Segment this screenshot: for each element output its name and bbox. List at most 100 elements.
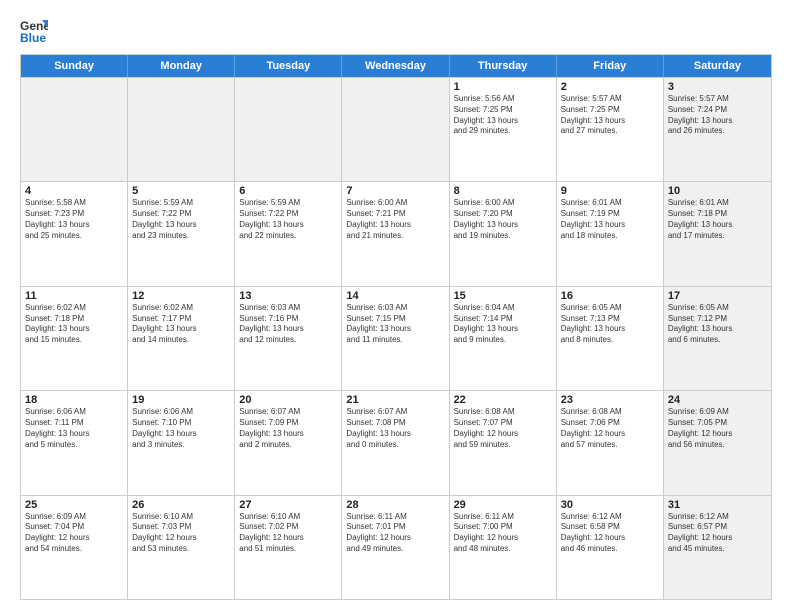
cell-text: Sunrise: 6:04 AM Sunset: 7:14 PM Dayligh… [454,303,552,346]
cal-cell-11: 11Sunrise: 6:02 AM Sunset: 7:18 PM Dayli… [21,287,128,390]
cell-text: Sunrise: 6:03 AM Sunset: 7:16 PM Dayligh… [239,303,337,346]
cal-cell-19: 19Sunrise: 6:06 AM Sunset: 7:10 PM Dayli… [128,391,235,494]
cal-cell-6: 6Sunrise: 5:59 AM Sunset: 7:22 PM Daylig… [235,182,342,285]
cal-cell-23: 23Sunrise: 6:08 AM Sunset: 7:06 PM Dayli… [557,391,664,494]
cal-cell-21: 21Sunrise: 6:07 AM Sunset: 7:08 PM Dayli… [342,391,449,494]
day-number: 18 [25,394,123,406]
cell-text: Sunrise: 6:12 AM Sunset: 6:58 PM Dayligh… [561,512,659,555]
cell-text: Sunrise: 6:11 AM Sunset: 7:00 PM Dayligh… [454,512,552,555]
cell-text: Sunrise: 6:00 AM Sunset: 7:20 PM Dayligh… [454,198,552,241]
cal-header-sunday: Sunday [21,55,128,77]
cal-cell-28: 28Sunrise: 6:11 AM Sunset: 7:01 PM Dayli… [342,496,449,599]
day-number: 30 [561,499,659,511]
cal-cell-15: 15Sunrise: 6:04 AM Sunset: 7:14 PM Dayli… [450,287,557,390]
day-number: 29 [454,499,552,511]
cal-cell-27: 27Sunrise: 6:10 AM Sunset: 7:02 PM Dayli… [235,496,342,599]
cell-text: Sunrise: 5:59 AM Sunset: 7:22 PM Dayligh… [132,198,230,241]
day-number: 14 [346,290,444,302]
cal-cell-30: 30Sunrise: 6:12 AM Sunset: 6:58 PM Dayli… [557,496,664,599]
cal-cell-2: 2Sunrise: 5:57 AM Sunset: 7:25 PM Daylig… [557,78,664,181]
cal-cell-20: 20Sunrise: 6:07 AM Sunset: 7:09 PM Dayli… [235,391,342,494]
day-number: 4 [25,185,123,197]
cell-text: Sunrise: 6:08 AM Sunset: 7:06 PM Dayligh… [561,407,659,450]
cell-text: Sunrise: 6:01 AM Sunset: 7:18 PM Dayligh… [668,198,767,241]
day-number: 5 [132,185,230,197]
calendar-header-row: SundayMondayTuesdayWednesdayThursdayFrid… [21,55,771,77]
day-number: 26 [132,499,230,511]
cal-cell-22: 22Sunrise: 6:08 AM Sunset: 7:07 PM Dayli… [450,391,557,494]
cal-cell-12: 12Sunrise: 6:02 AM Sunset: 7:17 PM Dayli… [128,287,235,390]
cal-cell-26: 26Sunrise: 6:10 AM Sunset: 7:03 PM Dayli… [128,496,235,599]
cal-cell-empty-0-3 [342,78,449,181]
cell-text: Sunrise: 5:58 AM Sunset: 7:23 PM Dayligh… [25,198,123,241]
cal-header-monday: Monday [128,55,235,77]
cell-text: Sunrise: 6:03 AM Sunset: 7:15 PM Dayligh… [346,303,444,346]
cal-header-friday: Friday [557,55,664,77]
day-number: 23 [561,394,659,406]
cell-text: Sunrise: 6:08 AM Sunset: 7:07 PM Dayligh… [454,407,552,450]
cell-text: Sunrise: 6:12 AM Sunset: 6:57 PM Dayligh… [668,512,767,555]
cell-text: Sunrise: 6:01 AM Sunset: 7:19 PM Dayligh… [561,198,659,241]
cal-cell-1: 1Sunrise: 5:56 AM Sunset: 7:25 PM Daylig… [450,78,557,181]
cal-cell-16: 16Sunrise: 6:05 AM Sunset: 7:13 PM Dayli… [557,287,664,390]
cal-header-tuesday: Tuesday [235,55,342,77]
cal-row-4: 25Sunrise: 6:09 AM Sunset: 7:04 PM Dayli… [21,495,771,599]
day-number: 25 [25,499,123,511]
cal-cell-10: 10Sunrise: 6:01 AM Sunset: 7:18 PM Dayli… [664,182,771,285]
cell-text: Sunrise: 6:06 AM Sunset: 7:10 PM Dayligh… [132,407,230,450]
calendar: SundayMondayTuesdayWednesdayThursdayFrid… [20,54,772,600]
header: General Blue [20,16,772,44]
day-number: 28 [346,499,444,511]
cal-cell-empty-0-0 [21,78,128,181]
day-number: 13 [239,290,337,302]
cell-text: Sunrise: 6:10 AM Sunset: 7:02 PM Dayligh… [239,512,337,555]
day-number: 17 [668,290,767,302]
cell-text: Sunrise: 6:00 AM Sunset: 7:21 PM Dayligh… [346,198,444,241]
cell-text: Sunrise: 6:07 AM Sunset: 7:09 PM Dayligh… [239,407,337,450]
day-number: 15 [454,290,552,302]
day-number: 11 [25,290,123,302]
cal-header-thursday: Thursday [450,55,557,77]
day-number: 27 [239,499,337,511]
cal-cell-18: 18Sunrise: 6:06 AM Sunset: 7:11 PM Dayli… [21,391,128,494]
day-number: 8 [454,185,552,197]
cell-text: Sunrise: 6:09 AM Sunset: 7:05 PM Dayligh… [668,407,767,450]
day-number: 12 [132,290,230,302]
day-number: 24 [668,394,767,406]
day-number: 1 [454,81,552,93]
cell-text: Sunrise: 5:57 AM Sunset: 7:24 PM Dayligh… [668,94,767,137]
cell-text: Sunrise: 6:05 AM Sunset: 7:13 PM Dayligh… [561,303,659,346]
day-number: 20 [239,394,337,406]
cal-row-1: 4Sunrise: 5:58 AM Sunset: 7:23 PM Daylig… [21,181,771,285]
cal-cell-29: 29Sunrise: 6:11 AM Sunset: 7:00 PM Dayli… [450,496,557,599]
cal-cell-8: 8Sunrise: 6:00 AM Sunset: 7:20 PM Daylig… [450,182,557,285]
cell-text: Sunrise: 6:07 AM Sunset: 7:08 PM Dayligh… [346,407,444,450]
cell-text: Sunrise: 6:09 AM Sunset: 7:04 PM Dayligh… [25,512,123,555]
cal-cell-14: 14Sunrise: 6:03 AM Sunset: 7:15 PM Dayli… [342,287,449,390]
cal-cell-25: 25Sunrise: 6:09 AM Sunset: 7:04 PM Dayli… [21,496,128,599]
day-number: 22 [454,394,552,406]
svg-text:Blue: Blue [20,31,46,44]
day-number: 2 [561,81,659,93]
cal-header-wednesday: Wednesday [342,55,449,77]
day-number: 10 [668,185,767,197]
cal-row-3: 18Sunrise: 6:06 AM Sunset: 7:11 PM Dayli… [21,390,771,494]
page: General Blue SundayMondayTuesdayWednesda… [0,0,792,612]
cal-cell-5: 5Sunrise: 5:59 AM Sunset: 7:22 PM Daylig… [128,182,235,285]
cal-header-saturday: Saturday [664,55,771,77]
day-number: 6 [239,185,337,197]
cal-cell-7: 7Sunrise: 6:00 AM Sunset: 7:21 PM Daylig… [342,182,449,285]
day-number: 21 [346,394,444,406]
cell-text: Sunrise: 6:02 AM Sunset: 7:18 PM Dayligh… [25,303,123,346]
cal-row-2: 11Sunrise: 6:02 AM Sunset: 7:18 PM Dayli… [21,286,771,390]
cal-cell-empty-0-1 [128,78,235,181]
cell-text: Sunrise: 5:56 AM Sunset: 7:25 PM Dayligh… [454,94,552,137]
day-number: 3 [668,81,767,93]
cal-cell-4: 4Sunrise: 5:58 AM Sunset: 7:23 PM Daylig… [21,182,128,285]
day-number: 16 [561,290,659,302]
calendar-body: 1Sunrise: 5:56 AM Sunset: 7:25 PM Daylig… [21,77,771,599]
cal-row-0: 1Sunrise: 5:56 AM Sunset: 7:25 PM Daylig… [21,77,771,181]
cell-text: Sunrise: 6:05 AM Sunset: 7:12 PM Dayligh… [668,303,767,346]
day-number: 7 [346,185,444,197]
cell-text: Sunrise: 6:10 AM Sunset: 7:03 PM Dayligh… [132,512,230,555]
